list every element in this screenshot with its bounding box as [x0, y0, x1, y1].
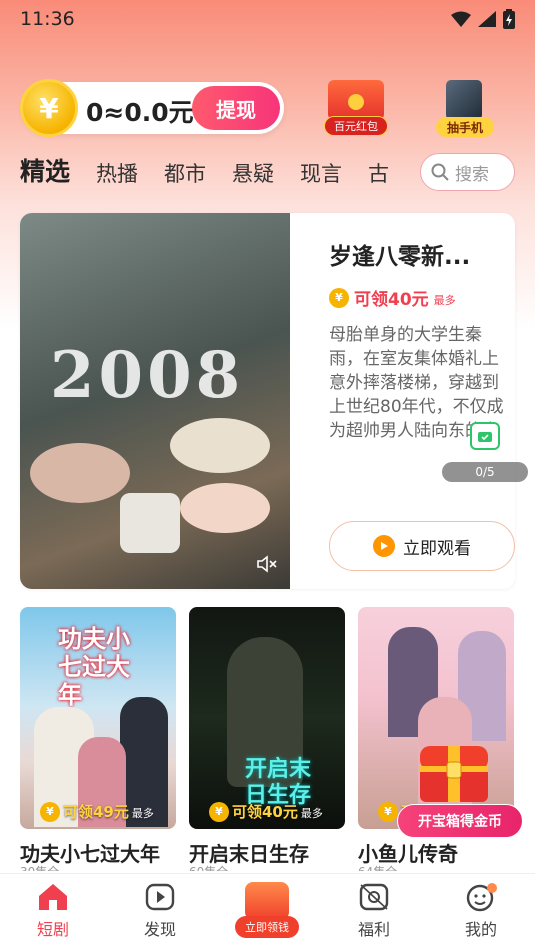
tab-suspense[interactable]: 悬疑 [232, 158, 274, 194]
search-icon [431, 163, 449, 181]
red-packet-button[interactable]: 百元红包 [322, 80, 390, 138]
video-year-overlay: 2008 [50, 338, 245, 413]
profile-icon [466, 883, 497, 912]
watch-now-label: 立即观看 [403, 538, 471, 559]
featured-drama-card[interactable]: 2008 岁逢八零新... ¥ 可领40元 最多 母胎单身的大学生秦雨，在室友集… [20, 213, 515, 589]
mute-icon[interactable] [256, 555, 278, 573]
withdraw-button[interactable]: 提现 [192, 86, 280, 130]
home-icon [39, 884, 67, 910]
nav-label: 我的 [464, 920, 497, 939]
treasure-chest-icon[interactable] [414, 738, 494, 804]
featured-reward: ¥ 可领40元 最多 [329, 285, 456, 310]
coin-icon: ¥ [378, 801, 398, 822]
status-time: 11:36 [20, 8, 75, 30]
featured-reward-text: 可领40元 [354, 290, 429, 310]
status-icons [451, 9, 515, 29]
bowl-image [180, 483, 270, 533]
nav-profile[interactable]: 我的 [441, 882, 521, 946]
reward-task-icon[interactable] [470, 422, 500, 450]
bowl-image [30, 443, 130, 503]
nav-get-money[interactable]: 立即领钱 [235, 882, 299, 942]
nav-welfare[interactable]: 福利 [334, 882, 414, 946]
drama-card[interactable]: 开启末日生存 ¥ 可领40元 最多 开启末日生存 60集全 [189, 607, 345, 871]
drama-reward: ¥ 可领40元 最多 [209, 801, 323, 822]
featured-info: 岁逢八零新... ¥ 可领40元 最多 母胎单身的大学生秦雨，在室友集体婚礼上意… [309, 213, 515, 589]
phone-lottery-button[interactable]: 抽手机 [436, 80, 494, 138]
status-bar: 11:36 [0, 0, 535, 38]
category-tabs: 精选 热播 都市 悬疑 现言 古 [20, 152, 415, 194]
drama-poster: 开启末日生存 [189, 607, 345, 829]
drama-reward-suffix: 最多 [300, 807, 323, 820]
phone-icon [446, 80, 482, 120]
gift-icon [245, 882, 289, 920]
drama-episodes: 30集全 [20, 863, 59, 871]
coin-icon: ¥ [329, 287, 349, 308]
play-icon [373, 535, 395, 557]
tab-romance[interactable]: 现言 [300, 158, 342, 194]
poster-title: 功夫小七过大年 [58, 625, 130, 709]
drama-card[interactable]: 功夫小七过大年 ¥ 可领49元 最多 功夫小七过大年 30集全 [20, 607, 176, 871]
drama-reward-text: 可领49元 [63, 803, 129, 821]
drama-episodes: 60集全 [189, 863, 228, 871]
bowl-image [170, 418, 270, 473]
tab-hot[interactable]: 热播 [96, 158, 138, 194]
task-progress: 0/5 [442, 462, 528, 482]
drama-reward-text: 可领40元 [232, 803, 298, 821]
red-packet-label: 百元红包 [324, 116, 388, 136]
coin-amount: 0≈0.0元 [86, 98, 194, 127]
envelope-seal-icon [348, 94, 364, 110]
tab-ancient[interactable]: 古 [368, 158, 389, 194]
mug-image [120, 493, 180, 553]
nav-label: 短剧 [36, 920, 69, 939]
nav-label: 福利 [357, 920, 390, 939]
search-placeholder: 搜索 [455, 164, 489, 185]
search-input[interactable]: 搜索 [420, 153, 515, 191]
signal-icon [478, 11, 496, 27]
nav-short-drama[interactable]: 短剧 [13, 882, 93, 946]
coin-icon: ¥ [40, 801, 60, 822]
phone-lottery-label: 抽手机 [436, 117, 494, 137]
featured-reward-suffix: 最多 [433, 293, 456, 307]
featured-title[interactable]: 岁逢八零新... [329, 237, 470, 271]
drama-reward-suffix: 最多 [131, 807, 154, 820]
open-chest-button[interactable]: 开宝箱得金币 [397, 804, 523, 838]
nav-label: 立即领钱 [235, 916, 299, 938]
nav-discover[interactable]: 发现 [120, 882, 200, 946]
welfare-icon [359, 883, 389, 911]
tab-urban[interactable]: 都市 [164, 158, 206, 194]
watch-now-button[interactable]: 立即观看 [329, 521, 515, 571]
coin-balance-pill[interactable]: ¥ 0≈0.0元 提现 [20, 79, 284, 137]
wifi-icon [451, 11, 471, 27]
tab-featured[interactable]: 精选 [20, 152, 70, 194]
featured-video-player[interactable]: 2008 [20, 213, 290, 589]
drama-poster: 功夫小七过大年 [20, 607, 176, 829]
play-square-icon [145, 883, 175, 911]
bottom-nav: 短剧 发现 立即领钱 福利 我的 [0, 873, 535, 951]
coin-icon: ¥ [20, 79, 78, 137]
coin-icon: ¥ [209, 801, 229, 822]
drama-reward: ¥ 可领49元 最多 [40, 801, 154, 822]
nav-label: 发现 [143, 920, 176, 939]
drama-episodes: 64集全 [358, 863, 397, 871]
battery-icon [503, 9, 515, 29]
